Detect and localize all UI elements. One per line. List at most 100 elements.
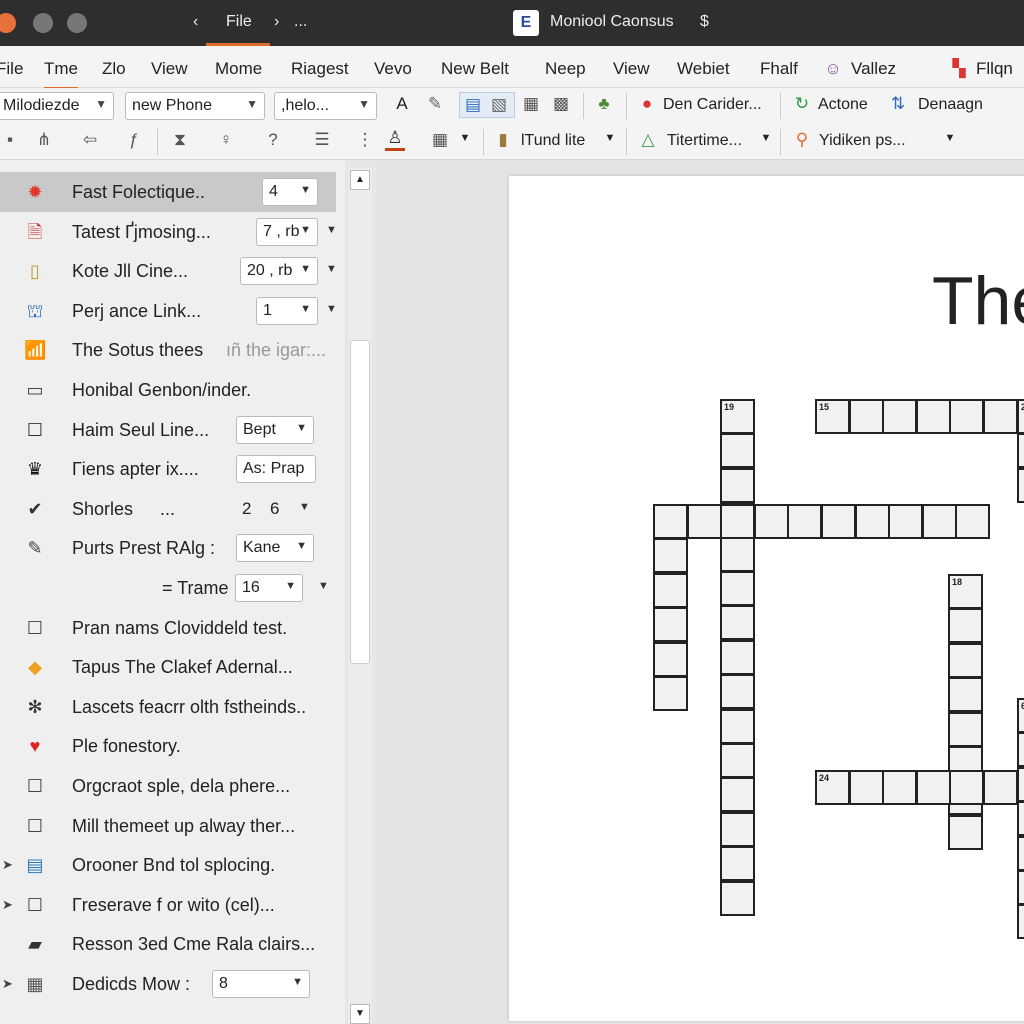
scroll-up-button[interactable]: ▲ — [350, 170, 370, 190]
more-icon[interactable]: ... — [160, 499, 175, 520]
chevron-down-icon[interactable]: ▼ — [756, 132, 776, 144]
crossword-cell[interactable] — [686, 504, 722, 539]
menu-item[interactable]: Fhalf — [760, 59, 798, 79]
crossword-cell[interactable] — [720, 504, 756, 539]
list-item[interactable]: ♛ Гiens apter ix.... As: Prap — [0, 449, 345, 489]
scroll-down-button[interactable]: ▼ — [350, 1004, 370, 1024]
more-vert-icon[interactable]: ⋮ — [355, 130, 375, 150]
crossword-cell[interactable] — [854, 504, 890, 539]
chevron-down-icon[interactable]: ▼ — [326, 303, 337, 315]
menu-item[interactable]: Webiet — [677, 59, 730, 79]
crossword-cell[interactable] — [653, 676, 688, 711]
crossword-cell[interactable] — [720, 467, 755, 503]
value-dropdown[interactable]: As: Prap — [236, 455, 316, 484]
crossword-cell[interactable] — [720, 536, 755, 572]
chart-icon[interactable]: ▦ — [521, 94, 541, 114]
crossword-cell[interactable] — [720, 811, 755, 847]
list-item[interactable]: ✹ Fast Folectique.. 4 ▼ — [0, 172, 336, 212]
crossword-cell[interactable] — [848, 399, 884, 434]
crossword-cell[interactable] — [948, 814, 983, 850]
calendar-icon[interactable]: ▦ — [430, 130, 450, 150]
list-item[interactable]: ✻ Lascets feacrr olth fstheinds.. — [0, 687, 345, 727]
scroll-thumb[interactable] — [350, 340, 370, 664]
crossword-cell[interactable] — [720, 571, 755, 606]
tab-next-button[interactable]: › — [274, 13, 279, 31]
scrollbar[interactable]: ▲ ▼ — [348, 168, 372, 1024]
list-item[interactable]: ▰ Resson 3ed Cme Rala clairs... — [0, 924, 345, 964]
crossword-cell[interactable] — [720, 639, 755, 675]
crossword-cell[interactable] — [1017, 904, 1024, 940]
menu-item[interactable]: Neep — [545, 59, 586, 79]
menu-item[interactable]: File — [0, 59, 23, 79]
value-dropdown[interactable]: Kane ▼ — [236, 534, 314, 563]
list-item[interactable]: ▦ ➤ Dedicds Mow :8 ▼ — [0, 964, 345, 1004]
crossword-cell[interactable] — [753, 504, 789, 539]
crossword-cell[interactable] — [720, 605, 755, 641]
menu-item[interactable]: New Belt — [441, 59, 509, 79]
crossword-cell[interactable] — [983, 399, 1018, 434]
undo-icon[interactable]: ⇦ — [80, 130, 100, 150]
den-carider-button[interactable]: Den Carider... — [663, 96, 762, 114]
minimize-window-button[interactable] — [33, 13, 53, 33]
crossword-cell[interactable] — [955, 504, 991, 539]
crossword-cell[interactable] — [720, 674, 755, 710]
crossword-cell[interactable] — [653, 641, 688, 677]
menu-item[interactable]: Zlo — [102, 59, 126, 79]
list-item[interactable]: ▯ Kote Jll Cine... 20 , rb ▼ ▼ — [0, 251, 345, 291]
chevron-down-icon[interactable]: ▼ — [326, 224, 337, 236]
crossword-cell[interactable] — [882, 770, 918, 805]
chevron-down-icon[interactable]: ▼ — [318, 580, 329, 592]
crossword-cell[interactable] — [653, 607, 688, 643]
menu-item[interactable]: Vevo — [374, 59, 412, 79]
value-dropdown[interactable]: Bept ▼ — [236, 415, 314, 444]
crossword-cell[interactable] — [915, 770, 951, 805]
crossword-cell[interactable] — [720, 433, 755, 469]
list-item[interactable]: ♥ Ple fonestory. — [0, 726, 345, 766]
crossword-cell[interactable] — [720, 743, 755, 778]
crossword-cell[interactable] — [949, 770, 985, 805]
function-icon[interactable]: ƒ — [124, 130, 144, 150]
crossword-cell[interactable] — [1017, 732, 1024, 768]
crossword-cell[interactable] — [787, 504, 823, 539]
close-window-button[interactable] — [0, 13, 16, 33]
crossword-cell[interactable] — [1017, 801, 1024, 837]
menu-item[interactable]: Vallez — [851, 59, 896, 79]
crossword-cell[interactable] — [921, 504, 957, 539]
expand-arrow-icon[interactable]: ➤ — [2, 857, 13, 873]
crossword-cell[interactable] — [653, 572, 688, 608]
list-item[interactable]: 📶 The Sotus thees ıñ the igar:... — [0, 330, 345, 370]
value-dropdown[interactable]: 1 ▼ — [256, 296, 318, 325]
crossword-cell[interactable] — [915, 399, 951, 434]
pen-icon[interactable]: ✎ — [425, 94, 445, 114]
list-item[interactable]: 🗎 Tatest Ґjmosing... 7 , rb ▼ ▼ — [0, 212, 345, 252]
crossword-cell[interactable] — [848, 770, 884, 805]
list-item[interactable]: ✎ Purts Prest RAlg : Kane ▼ — [0, 528, 345, 568]
list-item[interactable]: ☐ Orgcraot sple, dela phere... — [0, 766, 345, 806]
highlight-color-icon[interactable]: ♙ — [385, 128, 405, 151]
font-style-select[interactable]: Milodiezde ▼ — [0, 92, 114, 120]
menu-item[interactable]: Mome — [215, 59, 262, 79]
crossword-cell[interactable] — [888, 504, 924, 539]
maximize-window-button[interactable] — [67, 13, 87, 33]
tab-prev-button[interactable]: ‹ — [193, 13, 198, 31]
chevron-down-icon[interactable]: ▼ — [940, 132, 960, 144]
crossword-cell[interactable] — [1017, 835, 1024, 871]
crossword-cell[interactable] — [983, 770, 1018, 805]
crossword-cell[interactable] — [653, 504, 688, 539]
tree-icon[interactable]: ♣ — [594, 94, 614, 114]
crossword-cell[interactable] — [720, 846, 755, 882]
expand-arrow-icon[interactable]: ➤ — [2, 976, 13, 992]
style-icon[interactable]: ▪ — [0, 130, 20, 150]
list-item[interactable]: ☐ Haim Seul Line... Bept ▼ — [0, 410, 345, 450]
value-dropdown[interactable]: 4 ▼ — [262, 178, 318, 206]
list-item[interactable]: ▤ ➤ Orooner Bnd tol splocing. — [0, 845, 345, 885]
actone-button[interactable]: Actone — [818, 96, 868, 114]
crossword-cell[interactable] — [948, 608, 983, 644]
filter-icon[interactable]: ⧗ — [170, 130, 190, 150]
expand-arrow-icon[interactable]: ➤ — [2, 897, 13, 913]
list-icon[interactable]: ☰ — [312, 130, 332, 150]
list-item[interactable]: ☐ ➤ Гreserave f or wito (cel)... — [0, 885, 345, 925]
crossword-cell[interactable] — [948, 677, 983, 713]
font-name-select[interactable]: new Phone ▼ — [125, 92, 265, 120]
chevron-down-icon[interactable]: ▼ — [326, 263, 337, 275]
